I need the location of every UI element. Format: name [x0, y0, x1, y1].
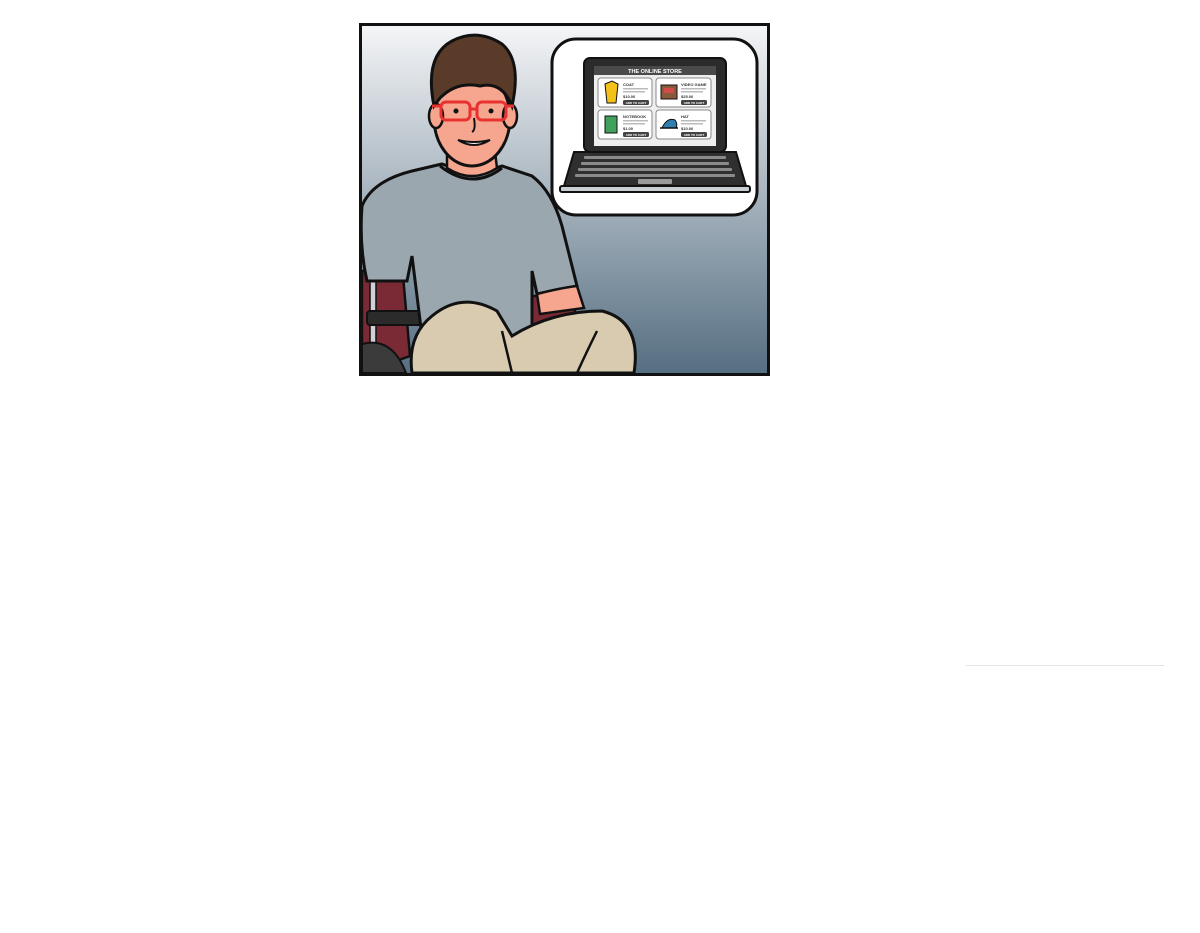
product-card-notebook: NOTEBOOK $1.00 ADD TO CART [597, 109, 653, 140]
product-card-coat: COAT $10.00 ADD TO CART [597, 77, 653, 108]
product-price: $10.00 [623, 94, 636, 99]
product-card-hat: HAT $10.00 ADD TO CART [655, 109, 712, 140]
product-name: HAT [681, 114, 689, 119]
add-to-cart-button[interactable]: ADD TO CART [684, 133, 705, 137]
store-title: THE ONLINE STORE [628, 69, 682, 75]
notebook-icon [604, 115, 618, 134]
product-price: $1.00 [623, 126, 634, 131]
illustration-frame: THE ONLINE STORE COAT $10.00 ADD TO CART [359, 23, 770, 376]
laptop-panel: THE ONLINE STORE COAT $10.00 ADD TO CART [550, 37, 759, 217]
divider [966, 665, 1164, 666]
product-name: NOTEBOOK [623, 114, 646, 119]
product-card-video-game: VIDEO GAME $25.00 ADD TO CART [655, 77, 712, 108]
coat-icon [604, 80, 619, 104]
shopping-online-illustration: THE ONLINE STORE COAT $10.00 ADD TO CART [362, 26, 767, 373]
product-price: $25.00 [681, 94, 694, 99]
product-price: $10.00 [681, 126, 694, 131]
product-name: VIDEO GAME [681, 82, 707, 87]
page: THE ONLINE STORE COAT $10.00 ADD TO CART [0, 0, 1200, 933]
add-to-cart-button[interactable]: ADD TO CART [626, 101, 647, 105]
add-to-cart-button[interactable]: ADD TO CART [684, 101, 705, 105]
add-to-cart-button[interactable]: ADD TO CART [626, 133, 647, 137]
product-name: COAT [623, 82, 635, 87]
